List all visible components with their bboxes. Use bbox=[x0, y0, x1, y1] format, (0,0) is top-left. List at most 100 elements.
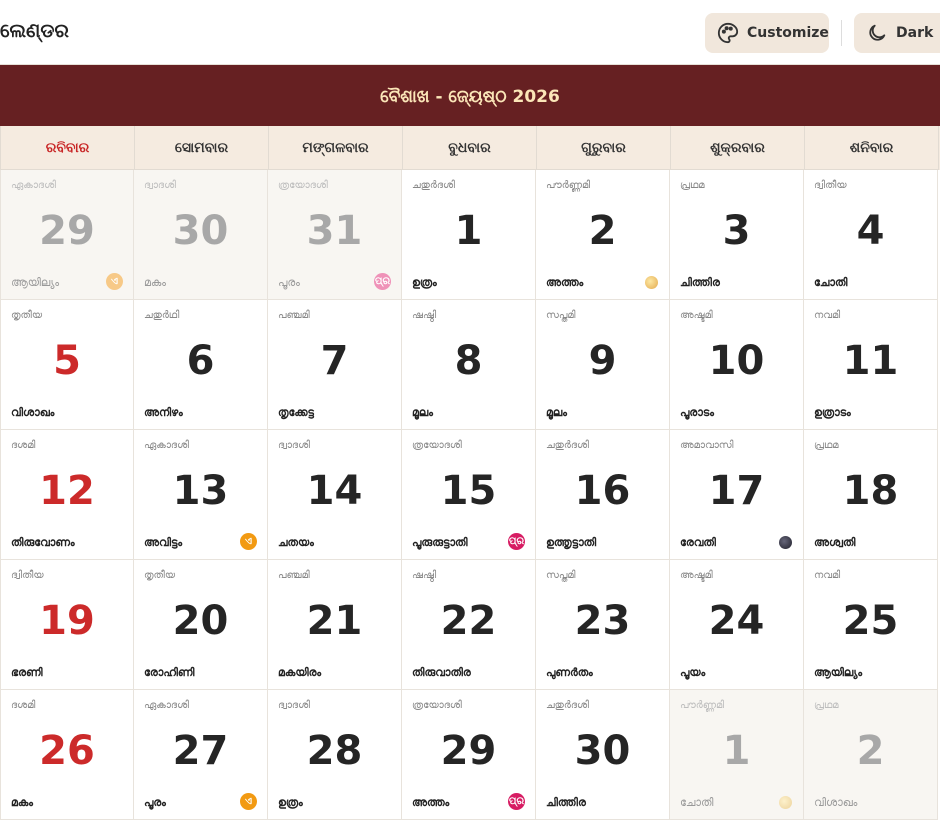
toolbar-divider bbox=[841, 20, 842, 46]
nakshatra-label: ഉത്തൃട്ടാതി bbox=[546, 536, 597, 549]
nakshatra-label: വിശാഖം bbox=[814, 796, 858, 809]
nakshatra-label: മകം bbox=[11, 796, 34, 809]
tithi-label: ദശമി bbox=[11, 700, 36, 711]
tithi-label: ഏകാദശി bbox=[11, 180, 56, 191]
day-cell[interactable]: പഞ്ചമി 21 മകയിരം bbox=[268, 560, 402, 690]
day-cell[interactable]: നവമി 11 ഉത്രാടം bbox=[804, 300, 938, 430]
day-cell[interactable]: തൃതീയ 20 രോഹിണി bbox=[134, 560, 268, 690]
nakshatra-label: ചോതി bbox=[814, 276, 848, 289]
day-number: 4 bbox=[856, 208, 885, 254]
tithi-label: നവമി bbox=[814, 570, 841, 581]
tithi-label: ദ്വാദശി bbox=[278, 700, 310, 711]
day-number: 19 bbox=[39, 598, 95, 644]
day-cell[interactable]: ദ്വിതീയ 19 ഭരണി bbox=[0, 560, 134, 690]
tithi-label: അമാവാസി bbox=[680, 440, 734, 451]
weekday-label: ଶନିବାର bbox=[805, 126, 939, 170]
month-banner: ବୈଶାଖ - ଜ୍ୟେଷ୍ଠ 2026 bbox=[0, 65, 940, 126]
tithi-label: പഞ്ചമി bbox=[278, 570, 310, 581]
day-cell[interactable]: ദ്വാദശി 28 ഉത്രം bbox=[268, 690, 402, 820]
day-cell[interactable]: പ്രഥമ 18 അശ്വതി bbox=[804, 430, 938, 560]
tithi-label: ചതുർദശി bbox=[412, 180, 455, 191]
tithi-label: ദ്വാദശി bbox=[278, 440, 310, 451]
day-cell[interactable]: ത്രയോദശി 15 പൂരുരുട്ടാതി ପ୍ର bbox=[402, 430, 536, 560]
day-cell[interactable]: പഞ്ചമി 7 തൃക്കേട്ട bbox=[268, 300, 402, 430]
day-cell[interactable]: സപ്തമി 23 പുണർതം bbox=[536, 560, 670, 690]
weekday-label: ଗୁରୁବାର bbox=[537, 126, 671, 170]
day-cell[interactable]: തൃതീയ 5 വിശാഖം bbox=[0, 300, 134, 430]
nakshatra-label: വിശാഖം bbox=[11, 406, 55, 419]
pradosh-badge-icon: ପ୍ର bbox=[508, 533, 525, 550]
full-moon-icon bbox=[779, 796, 792, 809]
day-cell[interactable]: ദ്വാദശി 14 ചതയം bbox=[268, 430, 402, 560]
day-cell[interactable]: അമാവാസി 17 രേവതി bbox=[670, 430, 804, 560]
day-number: 16 bbox=[574, 468, 631, 514]
day-number: 8 bbox=[454, 338, 483, 384]
tithi-label: പ്രഥമ bbox=[814, 440, 839, 451]
tithi-label: ത്രയോദശി bbox=[412, 700, 462, 711]
nakshatra-label: ചിത്തിര bbox=[680, 276, 720, 289]
day-cell[interactable]: പൗർണ്ണമി 2 അത്തം bbox=[536, 170, 670, 300]
day-cell[interactable]: പ്രഥമ 3 ചിത്തിര bbox=[670, 170, 804, 300]
day-cell[interactable]: ത്രയോദശി 29 അത്തം ପ୍ର bbox=[402, 690, 536, 820]
day-cell[interactable]: ഏകാദശി 27 പൂരം ଏ bbox=[134, 690, 268, 820]
nakshatra-label: മകയിരം bbox=[278, 666, 322, 679]
nakshatra-label: ചതയം bbox=[278, 536, 314, 549]
day-number: 29 bbox=[39, 208, 95, 254]
nakshatra-label: ഉത്രാടം bbox=[814, 406, 851, 419]
day-cell[interactable]: ഏകാദശി 13 അവിട്ടം ଏ bbox=[134, 430, 268, 560]
day-cell[interactable]: ദശമി 12 തിരുവോണം bbox=[0, 430, 134, 560]
month-title: ବୈଶାଖ - ଜ୍ୟେଷ୍ଠ 2026 bbox=[380, 86, 560, 107]
nakshatra-label: അത്തം bbox=[546, 276, 584, 289]
tithi-label: ഷഷ്ഠി bbox=[412, 310, 437, 321]
nakshatra-label: ഭരണി bbox=[11, 666, 43, 679]
day-cell[interactable]: ചതുർദശി 30 ചിത്തിര bbox=[536, 690, 670, 820]
day-cell[interactable]: ദ്വാദശി 30 മകം bbox=[134, 170, 268, 300]
nakshatra-label: അനിഴം bbox=[144, 406, 183, 419]
tithi-label: പ്രഥമ bbox=[680, 180, 705, 191]
day-cell[interactable]: ഷഷ്ഠി 22 തിരുവാതിര bbox=[402, 560, 536, 690]
day-number: 2 bbox=[588, 208, 617, 254]
day-cell[interactable]: ചതുർദശി 16 ഉത്തൃട്ടാതി bbox=[536, 430, 670, 560]
nakshatra-label: ആയില്യം bbox=[814, 666, 863, 679]
day-cell[interactable]: അഷ്ടമി 10 പൂരാടം bbox=[670, 300, 804, 430]
day-number: 5 bbox=[53, 338, 81, 384]
day-cell[interactable]: ഏകാദശി 29 ആയില്യം ଏ bbox=[0, 170, 134, 300]
day-cell[interactable]: പ്രഥമ 2 വിശാഖം bbox=[804, 690, 938, 820]
tithi-label: ദ്വാദശി bbox=[144, 180, 176, 191]
nakshatra-label: മൂലം bbox=[412, 406, 433, 419]
tithi-label: ദശമി bbox=[11, 440, 36, 451]
day-number: 1 bbox=[722, 728, 751, 774]
nakshatra-label: മൂലം bbox=[546, 406, 567, 419]
day-number: 11 bbox=[842, 338, 899, 384]
day-number: 23 bbox=[574, 598, 631, 644]
tithi-label: ഷഷ്ഠി bbox=[412, 570, 437, 581]
tithi-label: പഞ്ചമി bbox=[278, 310, 310, 321]
customize-button[interactable]: Customize bbox=[705, 13, 829, 53]
day-cell[interactable]: ദശമി 26 മകം bbox=[0, 690, 134, 820]
day-cell[interactable]: ചതുർദശി 1 ഉത്രം bbox=[402, 170, 536, 300]
day-number: 31 bbox=[306, 208, 363, 254]
nakshatra-label: രേവതി bbox=[680, 536, 716, 549]
day-number: 18 bbox=[842, 468, 899, 514]
day-cell[interactable]: ദ്വിതീയ 4 ചോതി bbox=[804, 170, 938, 300]
day-cell[interactable]: ചതുർഥി 6 അനിഴം bbox=[134, 300, 268, 430]
pradosh-badge-icon: ପ୍ର bbox=[508, 793, 525, 810]
day-number: 9 bbox=[588, 338, 617, 384]
day-number: 25 bbox=[842, 598, 899, 644]
tithi-label: നവമി bbox=[814, 310, 841, 321]
nakshatra-label: പൂരാടം bbox=[680, 406, 714, 419]
day-cell[interactable]: നവമി 25 ആയില്യം bbox=[804, 560, 938, 690]
day-cell[interactable]: സപ്തമി 9 മൂലം bbox=[536, 300, 670, 430]
day-cell[interactable]: ഷഷ്ഠി 8 മൂലം bbox=[402, 300, 536, 430]
day-cell[interactable]: ത്രയോദശി 31 പൂരം ପ୍ର bbox=[268, 170, 402, 300]
day-number: 10 bbox=[708, 338, 765, 384]
tithi-label: ദ്വിതീയ bbox=[11, 570, 44, 581]
day-cell[interactable]: പൗർണ്ണമി 1 ചോതി bbox=[670, 690, 804, 820]
nakshatra-label: തിരുവോണം bbox=[11, 536, 75, 549]
day-number: 26 bbox=[39, 728, 95, 774]
day-cell[interactable]: അഷ്ടമി 24 പൂയം bbox=[670, 560, 804, 690]
weekday-label: ସୋମବାର bbox=[135, 126, 269, 170]
tithi-label: ത്രയോദശി bbox=[278, 180, 328, 191]
tithi-label: സപ്തമി bbox=[546, 310, 576, 321]
dark-mode-button[interactable]: Dark bbox=[854, 13, 940, 53]
